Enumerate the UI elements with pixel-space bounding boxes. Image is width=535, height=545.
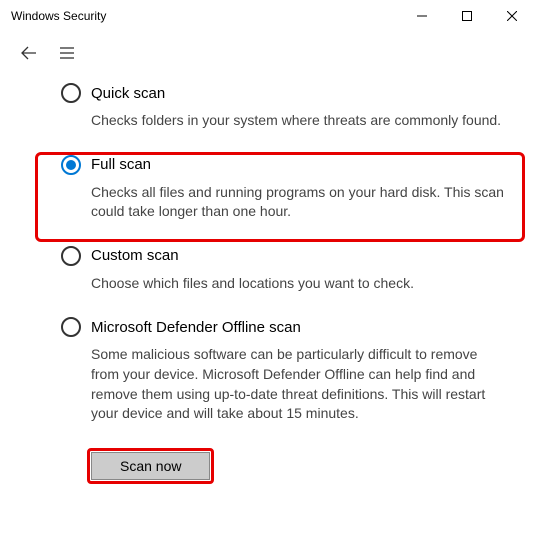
close-button[interactable] (489, 1, 534, 31)
back-icon[interactable] (19, 43, 39, 63)
titlebar: Windows Security (1, 1, 534, 31)
option-description: Checks folders in your system where thre… (91, 111, 504, 131)
toolbar (1, 31, 534, 73)
option-label: Microsoft Defender Offline scan (91, 319, 301, 336)
minimize-button[interactable] (399, 1, 444, 31)
option-full-scan[interactable]: Full scan Checks all files and running p… (61, 145, 504, 236)
option-description: Choose which files and locations you wan… (91, 274, 504, 294)
option-description: Some malicious software can be particula… (91, 345, 504, 423)
option-quick-scan[interactable]: Quick scan Checks folders in your system… (61, 73, 504, 145)
radio-full-scan[interactable] (61, 155, 81, 175)
window-title: Windows Security (11, 9, 399, 23)
radio-offline-scan[interactable] (61, 317, 81, 337)
option-label: Custom scan (91, 247, 179, 264)
window-controls (399, 1, 534, 31)
maximize-button[interactable] (444, 1, 489, 31)
option-custom-scan[interactable]: Custom scan Choose which files and locat… (61, 236, 504, 308)
option-description: Checks all files and running programs on… (91, 183, 504, 222)
menu-icon[interactable] (57, 43, 77, 63)
option-label: Full scan (91, 156, 151, 173)
radio-quick-scan[interactable] (61, 83, 81, 103)
option-label: Quick scan (91, 85, 165, 102)
scan-options: Quick scan Checks folders in your system… (1, 73, 534, 480)
scan-now-button[interactable]: Scan now (91, 452, 210, 480)
option-offline-scan[interactable]: Microsoft Defender Offline scan Some mal… (61, 307, 504, 437)
radio-custom-scan[interactable] (61, 246, 81, 266)
